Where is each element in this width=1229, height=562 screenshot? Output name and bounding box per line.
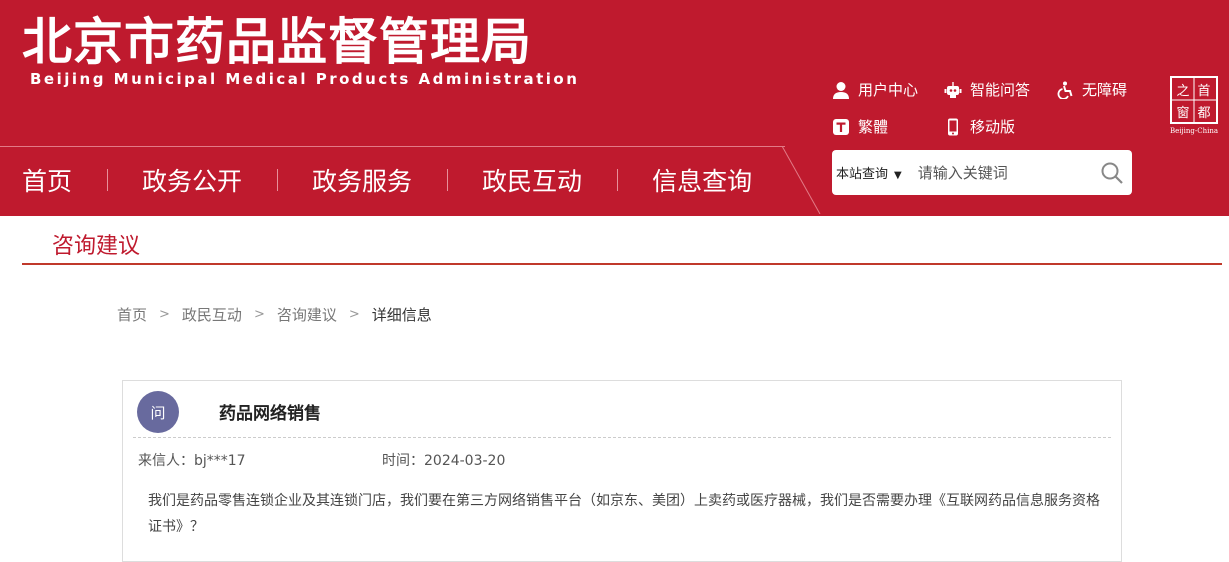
svg-text:Beijing-China: Beijing-China — [1170, 127, 1218, 135]
main-nav: 首页 政务公开 政务服务 政民互动 信息查询 — [0, 158, 752, 202]
search-scope-select[interactable]: 本站查询 ▼ — [836, 163, 902, 182]
smart-qa-label: 智能问答 — [970, 81, 1031, 99]
traditional-text-icon — [832, 118, 850, 136]
breadcrumb-consultation[interactable]: 咨询建议 — [277, 304, 337, 325]
search-button[interactable] — [1100, 161, 1124, 185]
mobile-phone-icon — [944, 118, 962, 136]
traditional-chinese-link[interactable]: 繁體 — [832, 116, 888, 137]
nav-separator — [277, 169, 279, 191]
section-divider — [22, 263, 1222, 265]
user-center-link[interactable]: 用户中心 — [832, 79, 918, 100]
mobile-version-label: 移动版 — [970, 118, 1016, 136]
user-center-label: 用户中心 — [858, 81, 919, 99]
nav-public-interaction[interactable]: 政民互动 — [482, 162, 582, 198]
accessibility-icon — [1056, 81, 1074, 99]
question-badge: 问 — [137, 391, 179, 433]
breadcrumb-current: 详细信息 — [371, 306, 432, 324]
nav-separator — [447, 169, 449, 191]
site-title[interactable]: 北京市药品监督管理局 — [22, 2, 532, 74]
site-search: 本站查询 ▼ — [832, 150, 1132, 195]
traditional-chinese-label: 繁體 — [858, 118, 889, 136]
nav-separator — [107, 169, 109, 191]
nav-home[interactable]: 首页 — [22, 162, 72, 198]
nav-information-query[interactable]: 信息查询 — [652, 162, 752, 198]
search-icon — [1101, 162, 1123, 184]
nav-government-services[interactable]: 政务服务 — [312, 162, 412, 198]
question-title: 药品网络销售 — [219, 404, 321, 424]
question-divider — [133, 437, 1111, 438]
svg-text:之: 之 — [1176, 84, 1189, 99]
question-sender: 来信人：bj***17 — [138, 453, 246, 469]
svg-text:都: 都 — [1197, 106, 1210, 121]
svg-text:窗: 窗 — [1176, 105, 1189, 121]
smart-qa-link[interactable]: 智能问答 — [944, 79, 1030, 100]
question-card: 问 药品网络销售 来信人：bj***17 时间：2024-03-20 我们是药品… — [122, 380, 1122, 562]
caret-down-icon: ▼ — [894, 170, 902, 181]
accessibility-link[interactable]: 无障碍 — [1056, 79, 1127, 100]
mobile-version-link[interactable]: 移动版 — [944, 116, 1015, 137]
breadcrumb-chevron-icon: > — [253, 307, 265, 322]
nav-separator — [617, 169, 619, 191]
breadcrumb-chevron-icon: > — [348, 307, 360, 322]
accessibility-label: 无障碍 — [1082, 81, 1128, 99]
question-body: 我们是药品零售连锁企业及其连锁门店，我们要在第三方网络销售平台（如京东、美团）上… — [148, 493, 1100, 535]
section-title: 咨询建议 — [52, 234, 141, 259]
breadcrumb: 首页 > 政民互动 > 咨询建议 > 详细信息 — [117, 304, 432, 325]
nav-top-rule — [0, 146, 785, 147]
search-input[interactable] — [915, 162, 1070, 183]
breadcrumb-chevron-icon: > — [159, 307, 170, 322]
robot-icon — [944, 81, 962, 99]
capital-window-seal[interactable]: 首 都 之 窗 Beijing-China — [1168, 76, 1220, 136]
breadcrumb-home[interactable]: 首页 — [117, 304, 147, 325]
breadcrumb-public-interaction[interactable]: 政民互动 — [182, 304, 242, 325]
site-title-english: Beijing Municipal Medical Products Admin… — [30, 70, 580, 88]
user-icon — [832, 81, 850, 99]
question-time: 时间：2024-03-20 — [382, 453, 506, 469]
search-scope-label: 本站查询 — [836, 167, 889, 182]
svg-text:首: 首 — [1197, 84, 1210, 99]
nav-diagonal-rule — [781, 146, 821, 214]
site-header: 北京市药品监督管理局 Beijing Municipal Medical Pro… — [0, 0, 1229, 216]
nav-government-affairs[interactable]: 政务公开 — [142, 162, 242, 198]
